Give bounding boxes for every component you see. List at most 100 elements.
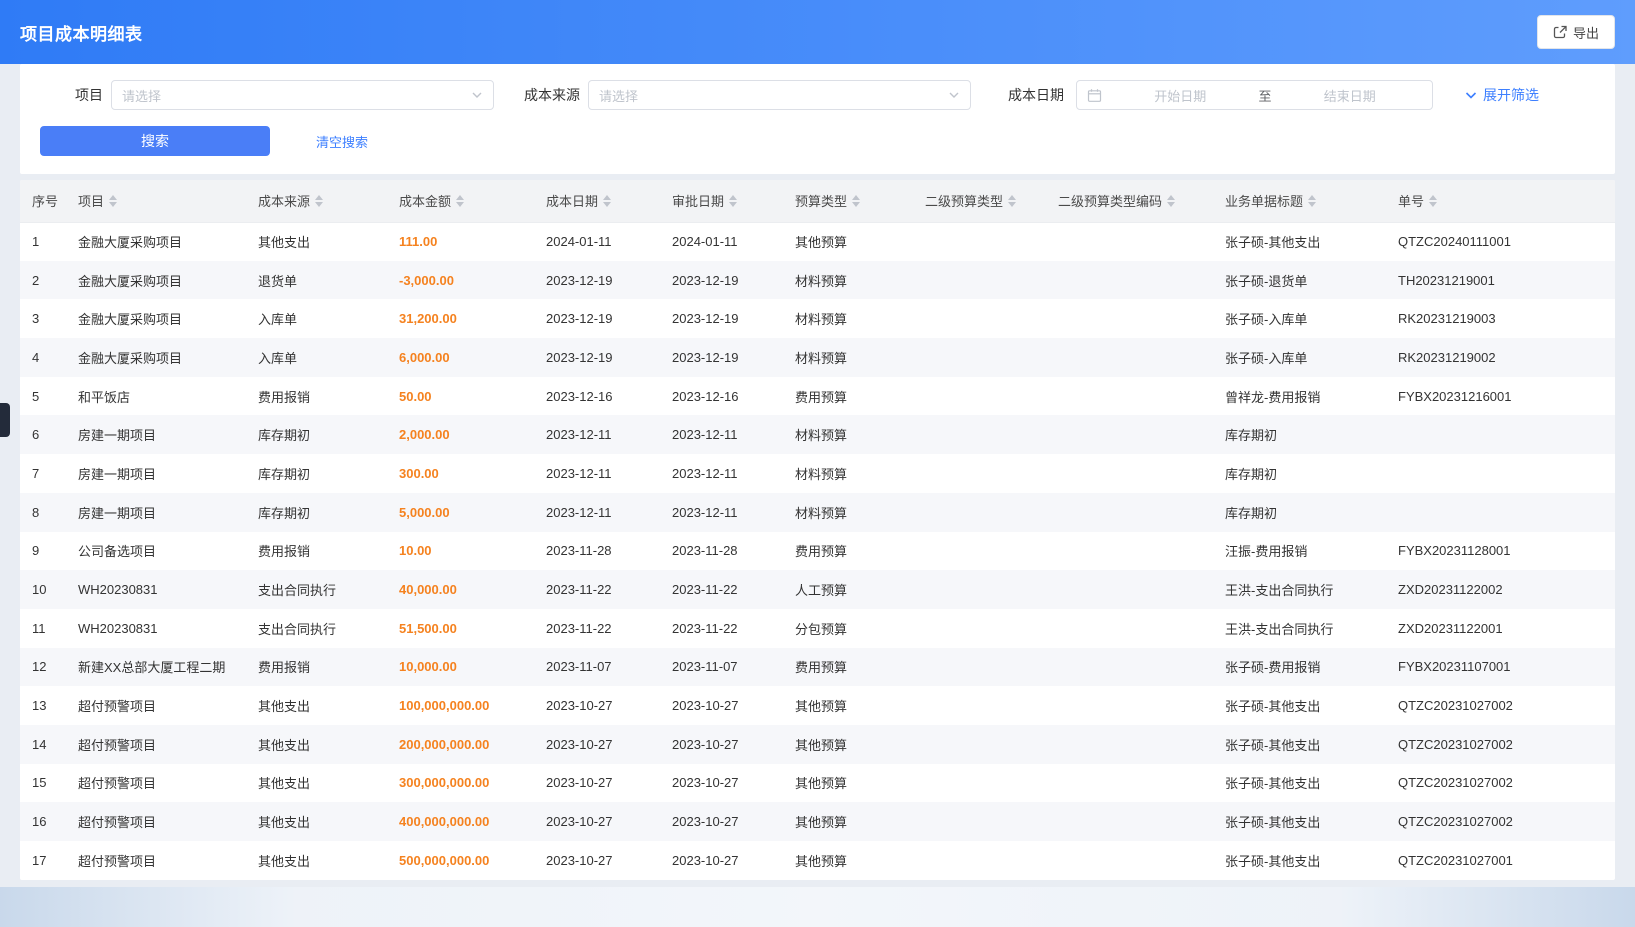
clear-search-link[interactable]: 清空搜索 [316, 132, 368, 151]
table-row[interactable]: 1金融大厦采购项目其他支出111.002024-01-112024-01-11其… [20, 222, 1615, 261]
cost-date-range-picker[interactable]: 开始日期 至 结束日期 [1076, 80, 1433, 110]
filter-panel: 项目 请选择 成本来源 请选择 成本日期 [20, 64, 1615, 174]
column-header-8[interactable]: 二级预算类型 [913, 180, 1046, 222]
table-row[interactable]: 16超付预警项目其他支出400,000,000.002023-10-272023… [20, 802, 1615, 841]
column-header-label: 序号 [32, 194, 58, 209]
table-cell: 11 [20, 609, 66, 648]
table-cell: 房建一期项目 [66, 493, 246, 532]
search-button[interactable]: 搜索 [40, 126, 270, 156]
table-cell: 张子硕-其他支出 [1213, 686, 1386, 725]
table-cell: TH20231219001 [1386, 261, 1615, 300]
cost-source-select-placeholder: 请选择 [599, 86, 948, 105]
column-header-10[interactable]: 业务单据标题 [1213, 180, 1386, 222]
sort-icon[interactable] [109, 195, 117, 207]
expand-filters-label: 展开筛选 [1483, 85, 1539, 105]
table-cell: 4 [20, 338, 66, 377]
table-cell: 金融大厦采购项目 [66, 261, 246, 300]
table-cell: 超付预警项目 [66, 764, 246, 803]
cost-source-select[interactable]: 请选择 [588, 80, 971, 110]
export-icon [1553, 25, 1567, 39]
table-cell: 3 [20, 299, 66, 338]
table-row[interactable]: 14超付预警项目其他支出200,000,000.002023-10-272023… [20, 725, 1615, 764]
export-button[interactable]: 导出 [1537, 15, 1615, 49]
cost-date-filter-group: 成本日期 开始日期 至 结束日期 [1008, 80, 1433, 110]
table-cell: 2,000.00 [387, 415, 534, 454]
chevron-down-icon [471, 89, 483, 101]
table-cell: 入库单 [246, 299, 387, 338]
table-row[interactable]: 9公司备选项目费用报销10.002023-11-282023-11-28费用预算… [20, 532, 1615, 571]
table-cell: 费用预算 [783, 377, 913, 416]
table-cell: 2 [20, 261, 66, 300]
table-cell: RK20231219003 [1386, 299, 1615, 338]
sort-icon[interactable] [315, 195, 323, 207]
table-row[interactable]: 10WH20230831支出合同执行40,000.002023-11-22202… [20, 570, 1615, 609]
table-cell [913, 802, 1046, 841]
table-cell: 支出合同执行 [246, 570, 387, 609]
table-row[interactable]: 17超付预警项目其他支出500,000,000.002023-10-272023… [20, 841, 1615, 880]
table-cell: 新建XX总部大厦工程二期 [66, 648, 246, 687]
table-cell: 2023-12-16 [534, 377, 660, 416]
side-drawer-handle[interactable] [0, 403, 10, 437]
table-cell: 2023-11-22 [534, 609, 660, 648]
project-filter-label: 项目 [40, 85, 103, 105]
table-row[interactable]: 15超付预警项目其他支出300,000,000.002023-10-272023… [20, 764, 1615, 803]
table-cell [913, 338, 1046, 377]
column-header-6[interactable]: 审批日期 [660, 180, 783, 222]
column-header-9[interactable]: 二级预算类型编码 [1046, 180, 1213, 222]
table-cell: 超付预警项目 [66, 802, 246, 841]
table-row[interactable]: 4金融大厦采购项目入库单6,000.002023-12-192023-12-19… [20, 338, 1615, 377]
column-header-label: 成本金额 [399, 194, 451, 209]
sort-icon[interactable] [729, 195, 737, 207]
table-row[interactable]: 2金融大厦采购项目退货单-3,000.002023-12-192023-12-1… [20, 261, 1615, 300]
column-header-5[interactable]: 成本日期 [534, 180, 660, 222]
table-cell: 50.00 [387, 377, 534, 416]
table-cell: 王洪-支出合同执行 [1213, 609, 1386, 648]
table-cell: 400,000,000.00 [387, 802, 534, 841]
table-cell: QTZC20231027002 [1386, 686, 1615, 725]
table-row[interactable]: 6房建一期项目库存期初2,000.002023-12-112023-12-11材… [20, 415, 1615, 454]
sort-icon[interactable] [1429, 195, 1437, 207]
sort-icon[interactable] [1008, 195, 1016, 207]
table-row[interactable]: 8房建一期项目库存期初5,000.002023-12-112023-12-11材… [20, 493, 1615, 532]
sort-icon[interactable] [1167, 195, 1175, 207]
column-header-label: 二级预算类型 [925, 194, 1003, 209]
table-cell: -3,000.00 [387, 261, 534, 300]
table-cell: 14 [20, 725, 66, 764]
end-date-input[interactable]: 结束日期 [1278, 86, 1423, 105]
table-cell: 汪振-费用报销 [1213, 532, 1386, 571]
table-cell: 300.00 [387, 454, 534, 493]
project-select[interactable]: 请选择 [111, 80, 494, 110]
column-header-7[interactable]: 预算类型 [783, 180, 913, 222]
expand-filters-link[interactable]: 展开筛选 [1464, 85, 1539, 105]
start-date-input[interactable]: 开始日期 [1108, 86, 1253, 105]
table-cell [1386, 493, 1615, 532]
sort-icon[interactable] [603, 195, 611, 207]
table-cell: QTZC20240111001 [1386, 222, 1615, 261]
table-row[interactable]: 11WH20230831支出合同执行51,500.002023-11-22202… [20, 609, 1615, 648]
background-strip [0, 887, 1635, 927]
cost-date-filter-label: 成本日期 [1008, 85, 1064, 105]
table-cell: 40,000.00 [387, 570, 534, 609]
column-header-2[interactable]: 项目 [66, 180, 246, 222]
table-cell: 6 [20, 415, 66, 454]
sort-icon[interactable] [456, 195, 464, 207]
column-header-4[interactable]: 成本金额 [387, 180, 534, 222]
table-cell [913, 261, 1046, 300]
table-row[interactable]: 3金融大厦采购项目入库单31,200.002023-12-192023-12-1… [20, 299, 1615, 338]
sort-icon[interactable] [852, 195, 860, 207]
table-cell: 2023-11-22 [660, 609, 783, 648]
table-cell: 其他预算 [783, 686, 913, 725]
table-row[interactable]: 5和平饭店费用报销50.002023-12-162023-12-16费用预算曾祥… [20, 377, 1615, 416]
column-header-11[interactable]: 单号 [1386, 180, 1615, 222]
column-header-3[interactable]: 成本来源 [246, 180, 387, 222]
table-cell: FYBX20231216001 [1386, 377, 1615, 416]
table-cell: 1 [20, 222, 66, 261]
table-cell: 2023-12-19 [534, 261, 660, 300]
sort-icon[interactable] [1308, 195, 1316, 207]
column-header-label: 成本来源 [258, 194, 310, 209]
table-cell: 材料预算 [783, 454, 913, 493]
table-cell: 支出合同执行 [246, 609, 387, 648]
table-row[interactable]: 7房建一期项目库存期初300.002023-12-112023-12-11材料预… [20, 454, 1615, 493]
table-row[interactable]: 12新建XX总部大厦工程二期费用报销10,000.002023-11-07202… [20, 648, 1615, 687]
table-row[interactable]: 13超付预警项目其他支出100,000,000.002023-10-272023… [20, 686, 1615, 725]
